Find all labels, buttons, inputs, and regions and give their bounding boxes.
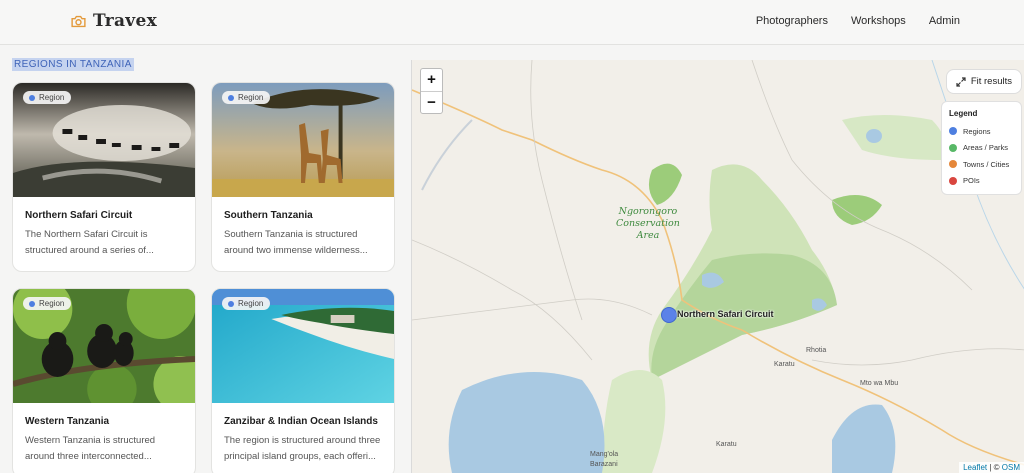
- region-card-western[interactable]: Region Western Tanzania Western Tanzania…: [12, 288, 196, 473]
- legend-item-pois: POIs: [949, 173, 1014, 190]
- zoom-in-button[interactable]: +: [421, 69, 442, 91]
- tag-label: Region: [39, 299, 65, 308]
- region-marker[interactable]: [661, 307, 677, 323]
- area-label-line: Ngorongoro: [618, 206, 678, 217]
- card-image: Region: [212, 289, 394, 403]
- zoom-control: + −: [420, 68, 443, 114]
- legend-swatch: [949, 160, 957, 169]
- map-attribution: Leaflet | © OSM: [959, 462, 1024, 473]
- fit-results-label: Fit results: [970, 76, 1012, 87]
- card-description: Western Tanzania is structured around th…: [25, 435, 156, 462]
- region-tag: Region: [23, 297, 72, 310]
- region-dot: [228, 94, 234, 101]
- area-label-line: Conservation: [616, 218, 680, 229]
- map-view[interactable]: Ngorongoro Conservation Area Northern Sa…: [411, 60, 1024, 473]
- camera-icon: [71, 15, 86, 27]
- place-label: Karatu: [774, 361, 795, 368]
- legend-label: Areas / Parks: [963, 143, 1009, 153]
- legend-swatch: [949, 143, 957, 152]
- legend-item-towns: Towns / Cities: [949, 156, 1014, 173]
- card-title: Northern Safari Circuit: [25, 210, 133, 221]
- card-title: Zanzibar & Indian Ocean Islands: [224, 416, 378, 427]
- top-header: Travex Photographers Workshops Admin: [0, 0, 1024, 45]
- region-card-northern[interactable]: Region Northern Safari Circuit The North…: [12, 82, 196, 272]
- legend-swatch: [949, 127, 957, 136]
- region-tag: Region: [222, 91, 271, 104]
- brand-name: Travex: [93, 11, 158, 31]
- region-card-zanzibar[interactable]: Region Zanzibar & Indian Ocean Islands T…: [211, 288, 395, 473]
- place-label: Rhotia: [806, 347, 827, 354]
- card-description: The region is structured around three pr…: [224, 435, 381, 462]
- map-legend: Legend Regions Areas / Parks Towns / Cit…: [941, 101, 1022, 195]
- legend-label: POIs: [963, 176, 980, 186]
- attribution-separator: | ©: [987, 463, 1002, 472]
- nav-admin[interactable]: Admin: [929, 15, 960, 27]
- region-tag: Region: [23, 91, 72, 104]
- region-card-southern[interactable]: Region Southern Tanzania Southern Tanzan…: [211, 82, 395, 272]
- expand-icon: [956, 76, 966, 87]
- fit-results-button[interactable]: Fit results: [945, 69, 1022, 94]
- results-panel: REGIONS IN TANZANIA Region Northern Safa…: [0, 45, 411, 473]
- section-title: REGIONS IN TANZANIA: [12, 58, 134, 71]
- leaflet-link[interactable]: Leaflet: [963, 463, 987, 472]
- card-title: Southern Tanzania: [224, 210, 313, 221]
- tag-label: Region: [238, 299, 264, 308]
- brand[interactable]: Travex: [70, 11, 157, 31]
- place-label: Mang'ola: [590, 451, 619, 458]
- region-dot: [29, 94, 35, 101]
- region-dot: [228, 300, 234, 307]
- legend-item-regions: Regions: [949, 123, 1014, 140]
- card-description: Southern Tanzania is structured around t…: [224, 229, 368, 256]
- place-label: Mto wa Mbu: [860, 380, 899, 387]
- tag-label: Region: [39, 93, 65, 102]
- legend-label: Towns / Cities: [963, 159, 1010, 169]
- nav-photographers[interactable]: Photographers: [756, 15, 828, 27]
- legend-swatch: [949, 176, 957, 185]
- region-dot: [29, 300, 35, 307]
- tag-label: Region: [238, 93, 264, 102]
- card-image: Region: [13, 83, 195, 197]
- main-nav: Photographers Workshops Admin: [756, 15, 960, 27]
- card-image: Region: [13, 289, 195, 403]
- osm-link[interactable]: OSM: [1002, 463, 1020, 472]
- place-label: Karatu: [716, 441, 737, 448]
- place-label: Barazani: [590, 461, 618, 468]
- map-tiles: [412, 60, 1024, 473]
- nav-workshops[interactable]: Workshops: [851, 15, 906, 27]
- region-tag: Region: [222, 297, 271, 310]
- card-title: Western Tanzania: [25, 416, 110, 427]
- marker-label[interactable]: Northern Safari Circuit: [677, 309, 774, 319]
- area-label-line: Area: [636, 230, 660, 241]
- card-description: The Northern Safari Circuit is structure…: [25, 229, 154, 256]
- ngorongoro-area-label: Ngorongoro Conservation Area: [616, 206, 680, 242]
- zoom-out-button[interactable]: −: [421, 91, 442, 113]
- legend-label: Regions: [963, 126, 991, 136]
- card-image: Region: [212, 83, 394, 197]
- legend-item-areas: Areas / Parks: [949, 140, 1014, 157]
- legend-title: Legend: [949, 109, 978, 118]
